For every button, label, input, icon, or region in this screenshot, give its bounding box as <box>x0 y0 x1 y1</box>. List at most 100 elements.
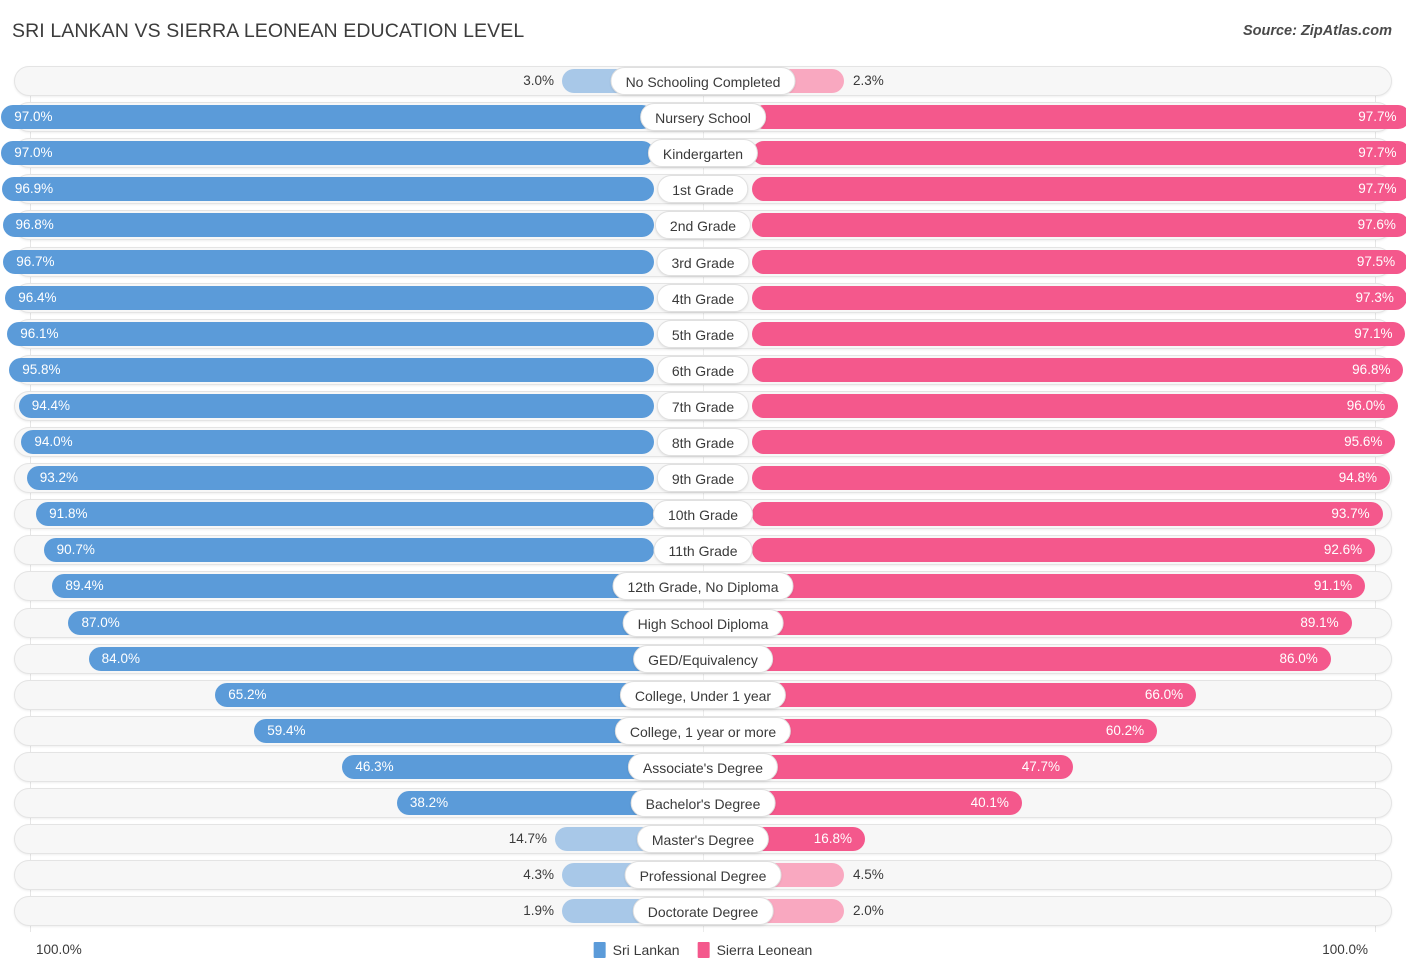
chart-row: 96.1% 97.1% 5th Grade <box>7 319 1406 349</box>
bar-value-sierra-leonean: 89.1% <box>1300 615 1339 630</box>
category-label-pill[interactable]: Bachelor's Degree <box>630 789 776 817</box>
bar-value-sierra-leonean: 97.7% <box>1358 109 1397 124</box>
category-label-pill[interactable]: College, Under 1 year <box>619 681 787 709</box>
bar-sri-lankan <box>2 213 654 237</box>
category-label-pill[interactable]: 12th Grade, No Diploma <box>612 572 794 600</box>
bar-value-sierra-leonean: 40.1% <box>970 795 1009 810</box>
category-label-pill[interactable]: GED/Equivalency <box>633 645 773 673</box>
bar-sri-lankan <box>5 286 654 310</box>
bar-value-sierra-leonean: 86.0% <box>1279 651 1318 666</box>
legend-label: Sri Lankan <box>612 942 680 958</box>
bar-value-sierra-leonean: 60.2% <box>1105 723 1145 738</box>
legend-item-sierra-leonean[interactable]: Sierra Leonean <box>697 942 812 958</box>
bar-sierra-leonean <box>752 647 1331 671</box>
bar-value-sri-lankan: 84.0% <box>101 651 140 666</box>
bar-value-sierra-leonean: 92.6% <box>1323 542 1363 557</box>
bar-sri-lankan <box>254 719 654 743</box>
category-label-pill[interactable]: No Schooling Completed <box>610 67 796 95</box>
bar-value-sri-lankan: 65.2% <box>228 687 267 702</box>
bar-sri-lankan <box>1 105 654 129</box>
chart-row: 38.2% 40.1% Bachelor's Degree <box>14 788 1392 818</box>
category-label-pill[interactable]: 9th Grade <box>656 464 750 492</box>
bar-value-sri-lankan: 1.9% <box>523 903 554 918</box>
bar-sierra-leonean <box>752 394 1399 418</box>
chart-row: 96.4% 97.3% 4th Grade <box>5 283 1406 313</box>
category-label-pill[interactable]: Kindergarten <box>647 139 759 167</box>
category-label-pill[interactable]: Professional Degree <box>624 861 782 889</box>
chart-plot-area: 3.0% 2.3% No Schooling Completed 97.0% 97.7%… <box>1 66 1406 932</box>
category-label-pill[interactable]: High School Diploma <box>622 609 784 637</box>
bar-value-sierra-leonean: 96.8% <box>1352 362 1391 377</box>
category-label-pill[interactable]: 1st Grade <box>657 175 749 203</box>
bar-value-sierra-leonean: 97.7% <box>1358 145 1397 160</box>
chart-row: 93.2% 94.8% 9th Grade <box>14 463 1392 493</box>
bar-value-sri-lankan: 94.4% <box>31 398 70 413</box>
chart-page: SRI LANKAN VS SIERRA LEONEAN EDUCATION L… <box>0 0 1406 975</box>
bar-sri-lankan <box>7 322 654 346</box>
category-label-pill[interactable]: Master's Degree <box>636 825 770 853</box>
bar-value-sri-lankan: 4.3% <box>523 867 554 882</box>
chart-row: 4.3% 4.5% Professional Degree <box>14 860 1392 890</box>
bar-value-sierra-leonean: 96.0% <box>1346 398 1386 413</box>
bar-sri-lankan <box>21 430 654 454</box>
bar-sierra-leonean <box>752 141 1406 165</box>
bar-value-sri-lankan: 95.8% <box>22 362 61 377</box>
chart-row: 89.4% 91.1% 12th Grade, No Diploma <box>14 571 1392 601</box>
bar-sierra-leonean <box>752 574 1366 598</box>
category-label-pill[interactable]: 4th Grade <box>656 284 750 312</box>
category-label-pill[interactable]: Nursery School <box>640 103 766 131</box>
legend-swatch-icon <box>697 942 710 958</box>
category-label-pill[interactable]: 8th Grade <box>656 428 750 456</box>
bar-value-sierra-leonean: 66.0% <box>1144 687 1184 702</box>
chart-row: 96.7% 97.5% 3rd Grade <box>3 247 1406 277</box>
category-label-pill[interactable]: 10th Grade <box>652 500 754 528</box>
chart-row: 96.8% 97.6% 2nd Grade <box>2 210 1406 240</box>
bar-value-sri-lankan: 94.0% <box>34 434 73 449</box>
bar-value-sierra-leonean: 4.5% <box>853 867 884 882</box>
chart-row: 96.9% 97.7% 1st Grade <box>1 174 1406 204</box>
bar-value-sri-lankan: 59.4% <box>267 723 306 738</box>
legend-item-sri-lankan[interactable]: Sri Lankan <box>593 942 680 958</box>
category-label-pill[interactable]: Associate's Degree <box>627 753 779 781</box>
axis-label-right: 100.0% <box>1322 942 1368 957</box>
category-label-pill[interactable]: 7th Grade <box>656 392 750 420</box>
bar-value-sierra-leonean: 94.8% <box>1338 470 1377 485</box>
bar-value-sierra-leonean: 97.1% <box>1354 326 1393 341</box>
bar-sierra-leonean <box>752 250 1406 274</box>
bar-sri-lankan <box>9 358 654 382</box>
category-label-pill[interactable]: Doctorate Degree <box>632 897 774 925</box>
bar-value-sierra-leonean: 16.8% <box>813 831 853 846</box>
bar-sri-lankan <box>26 466 654 490</box>
category-label-pill[interactable]: College, 1 year or more <box>614 717 792 745</box>
chart-row: 87.0% 89.1% High School Diploma <box>14 608 1392 638</box>
bar-sierra-leonean <box>752 502 1383 526</box>
bar-value-sierra-leonean: 97.7% <box>1358 181 1397 196</box>
bar-sierra-leonean <box>752 611 1352 635</box>
category-label-pill[interactable]: 2nd Grade <box>654 211 752 239</box>
chart-row: 91.8% 93.7% 10th Grade <box>14 499 1392 529</box>
bar-sierra-leonean <box>752 466 1390 490</box>
bar-value-sri-lankan: 89.4% <box>65 578 104 593</box>
axis-label-left: 100.0% <box>36 942 82 957</box>
category-label-pill[interactable]: 11th Grade <box>653 536 753 564</box>
category-label-pill[interactable]: 5th Grade <box>656 320 750 348</box>
category-label-pill[interactable]: 3rd Grade <box>656 248 750 276</box>
bar-sri-lankan <box>52 574 654 598</box>
bar-value-sierra-leonean: 91.1% <box>1313 578 1353 593</box>
bar-sri-lankan <box>215 683 654 707</box>
chart-row: 46.3% 47.7% Associate's Degree <box>14 752 1392 782</box>
bar-sri-lankan <box>43 538 654 562</box>
chart-row: 94.4% 96.0% 7th Grade <box>14 391 1399 421</box>
chart-legend: Sri Lankan Sierra Leonean <box>593 942 812 958</box>
bar-sri-lankan <box>18 394 654 418</box>
bar-value-sri-lankan: 96.8% <box>15 217 54 232</box>
bar-value-sri-lankan: 46.3% <box>355 759 394 774</box>
legend-swatch-icon <box>593 942 606 958</box>
bar-sierra-leonean <box>752 358 1404 382</box>
bar-value-sri-lankan: 91.8% <box>49 506 88 521</box>
chart-row: 97.0% 97.7% Nursery School <box>1 102 1406 132</box>
chart-row: 94.0% 95.6% 8th Grade <box>14 427 1396 457</box>
bar-value-sri-lankan: 96.9% <box>14 181 54 196</box>
bar-sierra-leonean <box>752 105 1406 129</box>
category-label-pill[interactable]: 6th Grade <box>656 356 750 384</box>
